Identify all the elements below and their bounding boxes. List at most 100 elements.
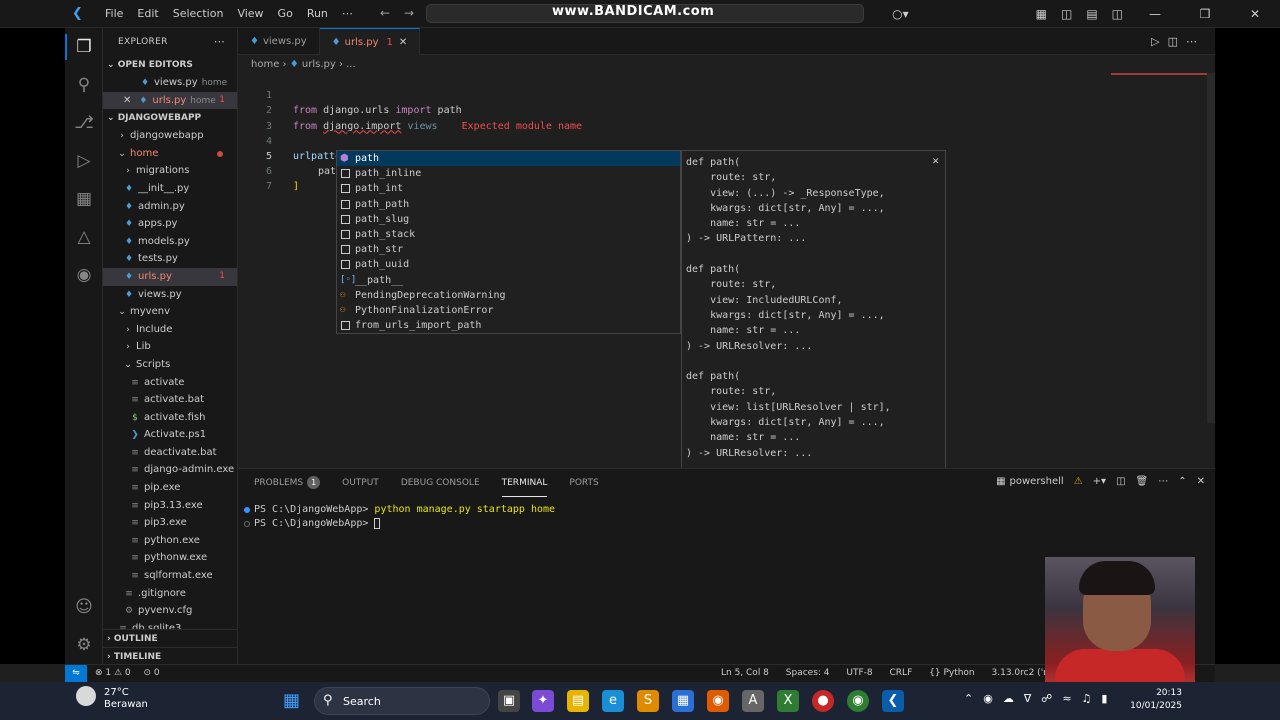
- tree-item[interactable]: ♦ __init__.py: [103, 180, 237, 198]
- language-mode[interactable]: {} Python: [929, 668, 975, 678]
- project-section[interactable]: ⌄ DJANGOWEBAPP: [103, 109, 237, 127]
- layout-icon[interactable]: ▦: [1036, 7, 1047, 21]
- breadcrumb-file[interactable]: urls.py: [302, 59, 336, 70]
- run-debug-icon[interactable]: ▷: [73, 150, 95, 172]
- kill-terminal-icon[interactable]: 🗑: [1136, 476, 1149, 487]
- tree-item[interactable]: › migrations: [103, 162, 237, 180]
- run-file-icon[interactable]: ▷: [1151, 35, 1167, 48]
- file-explorer-icon[interactable]: ▤: [567, 690, 589, 712]
- tree-item[interactable]: › Include: [103, 321, 237, 339]
- tree-item[interactable]: $ activate.fish: [103, 409, 237, 427]
- terminal-output[interactable]: PS C:\DjangoWebApp> python manage.py sta…: [238, 497, 1215, 531]
- store-icon[interactable]: ▦: [672, 690, 694, 712]
- tree-item[interactable]: ≡ pip3.exe: [103, 514, 237, 532]
- tree-item[interactable]: ≡ activate.bat: [103, 391, 237, 409]
- python-icon[interactable]: ◉: [73, 264, 95, 286]
- suggestion-item[interactable]: path_str: [337, 242, 680, 257]
- vscode-taskbar-icon[interactable]: ❮: [882, 690, 904, 712]
- tree-item[interactable]: ≡ pip3.13.exe: [103, 497, 237, 515]
- suggestion-item[interactable]: ⚇ PendingDeprecationWarning: [337, 288, 680, 303]
- suggestion-item[interactable]: path_int: [337, 181, 680, 196]
- excel-icon[interactable]: X: [777, 690, 799, 712]
- tree-item[interactable]: ⌄ myvenv: [103, 303, 237, 321]
- open-editor-views[interactable]: ♦ views.py home: [103, 74, 237, 92]
- close-window-icon[interactable]: ✕: [1237, 7, 1273, 21]
- close-details-icon[interactable]: ✕: [932, 154, 939, 167]
- extensions-icon[interactable]: ▦: [73, 188, 95, 210]
- tree-item[interactable]: ⚙ pyvenv.cfg: [103, 602, 237, 620]
- restore-icon[interactable]: ❐: [1187, 7, 1223, 21]
- tree-item[interactable]: ♦ apps.py: [103, 215, 237, 233]
- tree-item[interactable]: ♦ tests.py: [103, 250, 237, 268]
- cursor-position[interactable]: Ln 5, Col 8: [721, 668, 769, 678]
- menu-go[interactable]: Go: [271, 7, 300, 20]
- timeline-section[interactable]: › TIMELINE: [103, 647, 237, 664]
- encoding[interactable]: UTF-8: [846, 668, 872, 678]
- source-control-icon[interactable]: ⎇: [73, 112, 95, 134]
- menu-selection[interactable]: Selection: [166, 7, 231, 20]
- tree-item[interactable]: ♦ models.py: [103, 233, 237, 251]
- copilot-app-icon[interactable]: ✦: [532, 690, 554, 712]
- maximize-panel-icon[interactable]: ⌃: [1178, 476, 1186, 487]
- suggestion-item[interactable]: ⬢ path: [337, 151, 680, 167]
- bandicam-record-icon[interactable]: ●: [812, 690, 834, 712]
- menu-edit[interactable]: Edit: [130, 7, 165, 20]
- suggestion-item[interactable]: path_uuid: [337, 257, 680, 272]
- split-editor-icon[interactable]: ◫: [1168, 35, 1186, 48]
- open-editor-urls[interactable]: ✕ ♦ urls.py home 1: [103, 91, 237, 110]
- more-actions-icon[interactable]: ⋯: [214, 28, 225, 56]
- tree-item[interactable]: ≡ activate: [103, 374, 237, 392]
- tab-views[interactable]: ♦ views.py: [238, 28, 320, 55]
- split-terminal-icon[interactable]: ◫: [1116, 476, 1125, 487]
- tree-item[interactable]: ♦ urls.py 1: [103, 267, 237, 286]
- search-icon[interactable]: ⚲: [73, 74, 95, 96]
- edge-browser-icon[interactable]: e: [602, 690, 624, 712]
- tree-item[interactable]: ≡ django-admin.exe: [103, 461, 237, 479]
- suggestion-item[interactable]: path_slug: [337, 212, 680, 227]
- settings-gear-icon[interactable]: ⚙: [73, 634, 95, 656]
- menu-run[interactable]: Run: [300, 7, 335, 20]
- copilot-icon[interactable]: ○▾: [892, 7, 909, 21]
- chrome-icon[interactable]: ◉: [847, 690, 869, 712]
- weather-widget[interactable]: 27°C Berawan: [80, 687, 148, 711]
- suggestion-item[interactable]: path_stack: [337, 227, 680, 242]
- menu-more[interactable]: ⋯: [335, 7, 360, 20]
- tab-output[interactable]: OUTPUT: [342, 469, 379, 497]
- close-editor-icon[interactable]: ✕: [123, 95, 131, 106]
- tree-item[interactable]: ≡ python.exe: [103, 532, 237, 550]
- system-tray[interactable]: ⌃◉☁∇☍≈♫▮: [964, 692, 1117, 705]
- suggestion-item[interactable]: path_path: [337, 197, 680, 212]
- notepad-icon[interactable]: A: [742, 690, 764, 712]
- task-view-icon[interactable]: ▣: [498, 690, 520, 712]
- tree-item[interactable]: › Lib: [103, 338, 237, 356]
- minimize-icon[interactable]: —: [1137, 7, 1173, 21]
- tree-item[interactable]: ≡ pip.exe: [103, 479, 237, 497]
- terminal-shell-name[interactable]: powershell: [1010, 476, 1064, 487]
- taskbar-search[interactable]: ⚲ Search: [314, 687, 490, 715]
- tree-item[interactable]: ⌄ Scripts: [103, 356, 237, 374]
- toggle-panel-icon[interactable]: ▤: [1086, 7, 1097, 21]
- editor-scrollbar[interactable]: [1207, 73, 1215, 423]
- tab-debug-console[interactable]: DEBUG CONSOLE: [401, 469, 480, 497]
- open-editors-section[interactable]: ⌄ OPEN EDITORS: [103, 56, 237, 74]
- tree-item[interactable]: ♦ views.py: [103, 286, 237, 304]
- suggestion-item[interactable]: [◦] __path__: [337, 273, 680, 288]
- close-panel-icon[interactable]: ✕: [1197, 476, 1205, 487]
- breadcrumb-more[interactable]: ...: [346, 59, 356, 70]
- testing-icon[interactable]: △: [73, 226, 95, 248]
- tree-item[interactable]: ❯ Activate.ps1: [103, 426, 237, 444]
- outline-section[interactable]: › OUTLINE: [103, 629, 237, 647]
- firefox-icon[interactable]: ◉: [707, 690, 729, 712]
- tab-ports[interactable]: PORTS: [569, 469, 598, 497]
- tree-item[interactable]: ≡ deactivate.bat: [103, 444, 237, 462]
- panel-more-icon[interactable]: ⋯: [1158, 476, 1168, 487]
- tree-item[interactable]: ♦ admin.py: [103, 198, 237, 216]
- sublime-icon[interactable]: S: [637, 690, 659, 712]
- remote-icon[interactable]: ⇋: [65, 665, 87, 682]
- taskbar-clock[interactable]: 20:13 10/01/2025: [1128, 687, 1182, 713]
- tree-item[interactable]: ≡ .gitignore: [103, 585, 237, 603]
- tree-item[interactable]: › djangowebapp: [103, 127, 237, 145]
- tree-item[interactable]: ⌄ home: [103, 145, 237, 163]
- account-icon[interactable]: ☺: [73, 596, 95, 618]
- tree-item[interactable]: ≡ pythonw.exe: [103, 549, 237, 567]
